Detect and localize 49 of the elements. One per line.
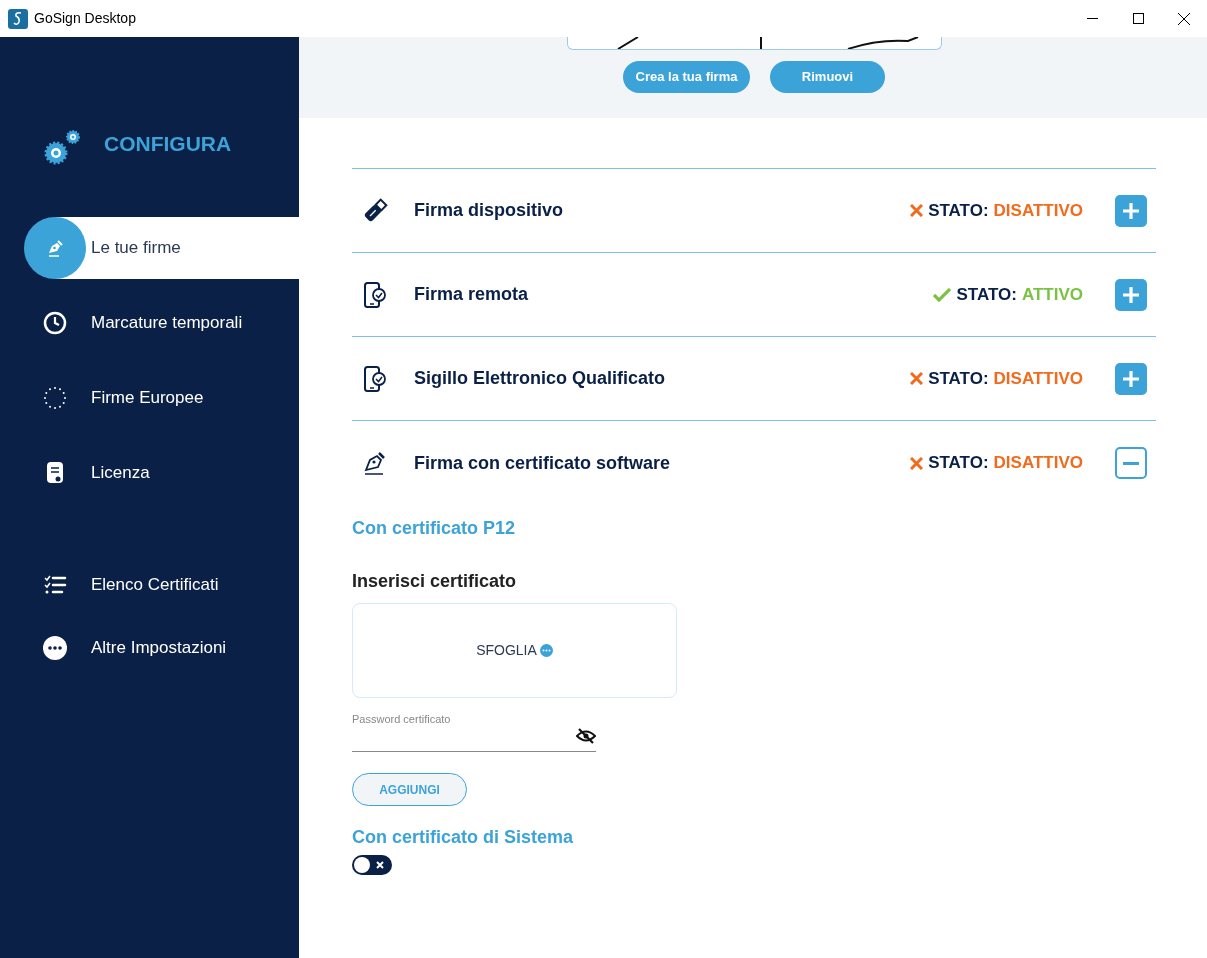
subsection-heading: Con certificato di Sistema: [352, 826, 575, 849]
status-value: DISATTIVO: [993, 452, 1083, 475]
phone-check-icon: [362, 364, 388, 393]
more-icon: [43, 636, 67, 660]
subsection-heading: Con certificato P12: [352, 517, 517, 540]
status-label: STATO:: [928, 367, 989, 390]
gears-icon: [42, 127, 82, 167]
sidebar-item[interactable]: Marcature temporali: [0, 292, 299, 354]
expand-button[interactable]: [1115, 362, 1147, 395]
section-title: Sigillo Elettronico Qualificato: [414, 367, 666, 390]
phone-check-icon: [362, 280, 388, 309]
password-field[interactable]: Password certificato: [352, 709, 596, 752]
minimize-icon: [1086, 18, 1098, 19]
close-icon: [1178, 12, 1190, 25]
cross-icon: [376, 861, 384, 869]
clock-icon: [43, 311, 67, 335]
document-icon: [44, 461, 66, 485]
expand-button[interactable]: [1115, 194, 1147, 227]
star-ring-icon: [43, 386, 67, 410]
collapse-button[interactable]: [1115, 447, 1147, 479]
plus-icon: [1123, 286, 1139, 303]
sidebar-item[interactable]: Elenco Certificati: [0, 554, 299, 616]
more-icon: [539, 644, 553, 657]
eye-slash-icon: [576, 728, 596, 744]
status-label: STATO:: [956, 283, 1017, 306]
sidebar-item[interactable]: Altre Impostazioni: [0, 617, 299, 679]
minus-icon: [1123, 461, 1139, 465]
plus-icon: [1123, 370, 1139, 387]
window-title: GoSign Desktop: [34, 9, 136, 28]
section-title: Firma dispositivo: [414, 199, 564, 222]
maximize-icon: [1132, 13, 1144, 24]
section-title: Firma con certificato software: [414, 451, 671, 475]
sidebar-item[interactable]: Le tue firme: [24, 217, 299, 279]
status-label: STATO:: [928, 452, 989, 475]
status-value: DISATTIVO: [993, 367, 1083, 390]
status-value: DISATTIVO: [993, 199, 1083, 222]
toggle-switch[interactable]: [352, 855, 392, 875]
checklist-icon: [43, 575, 67, 595]
expand-button[interactable]: [1115, 278, 1147, 311]
sidebar-item[interactable]: Firme Europee: [0, 367, 299, 429]
sidebar-item[interactable]: Licenza: [0, 442, 299, 504]
app-logo-icon: [8, 8, 28, 29]
sidebar-heading: CONFIGURA: [104, 131, 232, 158]
status-label: STATO:: [928, 199, 989, 222]
plus-icon: [1123, 202, 1139, 219]
status-value: ATTIVO: [1021, 283, 1083, 306]
file-drop-field[interactable]: SFOGLIA: [352, 603, 677, 698]
section-title: Firma remota: [414, 283, 529, 306]
field-label: Inserisci certificato: [352, 570, 518, 593]
